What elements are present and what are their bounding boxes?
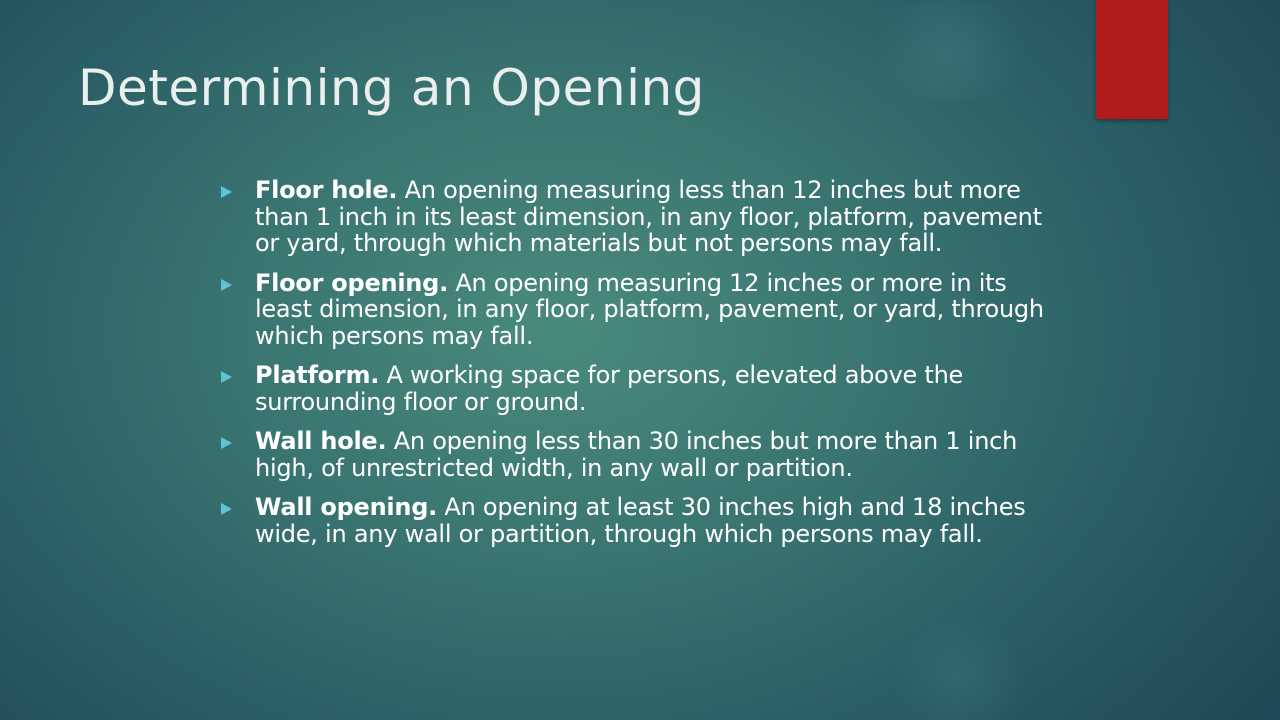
bullet-item-floor-opening: Floor opening. An opening measuring 12 i… (218, 268, 1058, 350)
bullet-term: Wall opening. (255, 493, 438, 521)
triangle-bullet-icon (221, 503, 232, 515)
slide-title: Determining an Opening (78, 59, 705, 117)
bullet-term: Platform. (255, 361, 380, 389)
bullet-item-wall-hole: Wall hole. An opening less than 30 inche… (218, 428, 1058, 481)
slide: Determining an Opening Floor hole. An op… (0, 0, 1280, 720)
bullet-item-floor-hole: Floor hole. An opening measuring less th… (218, 177, 1058, 257)
bullet-item-platform: Platform. A working space for persons, e… (218, 362, 1058, 415)
bullet-term: Floor opening. (255, 268, 448, 297)
bullet-term: Wall hole. (255, 427, 387, 455)
bullet-item-wall-opening: Wall opening. An opening at least 30 inc… (218, 494, 1058, 547)
triangle-bullet-icon (221, 278, 232, 291)
triangle-bullet-icon (221, 371, 232, 383)
bullet-term: Floor hole. (255, 176, 398, 204)
bullet-list: Floor hole. An opening measuring less th… (218, 177, 1058, 560)
accent-bar (1096, 0, 1168, 119)
triangle-bullet-icon (221, 186, 232, 198)
triangle-bullet-icon (221, 437, 232, 449)
background-glow (890, 620, 1030, 720)
background-glow (860, 0, 1040, 100)
